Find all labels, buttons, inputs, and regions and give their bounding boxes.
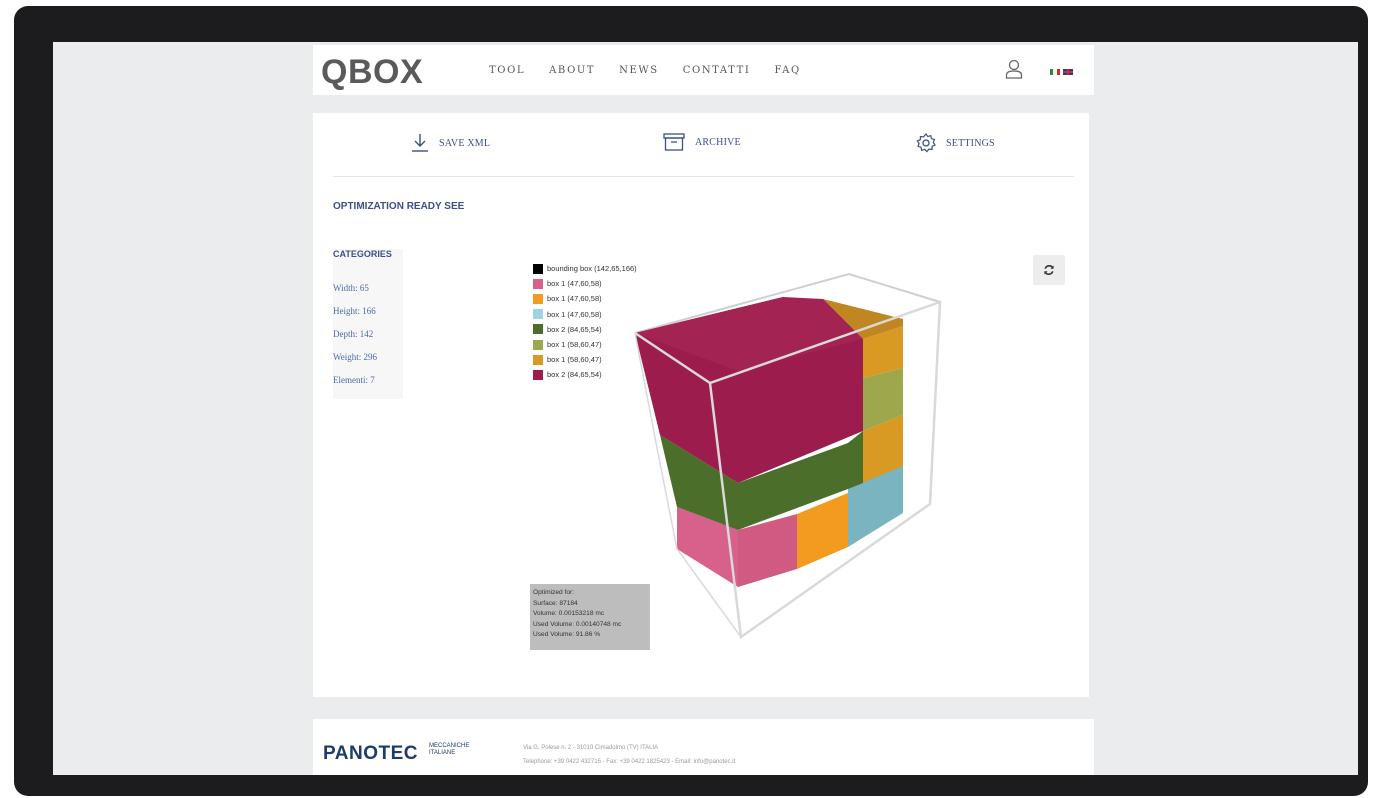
refresh-icon: [1044, 264, 1054, 276]
legend-item: box 2 (84,65,54): [533, 322, 637, 337]
legend-label: bounding box (142,65,166): [547, 264, 637, 274]
legend-swatch: [533, 263, 543, 274]
legend-item: box 1 (58,60,47): [533, 352, 637, 367]
monitor-bezel: QBOX TOOL ABOUT NEWS CONTATTI FAQ SAVE X…: [14, 6, 1368, 796]
nav-about[interactable]: ABOUT: [549, 65, 595, 76]
green-box-right-edge: [848, 431, 863, 489]
legend-swatch: [533, 354, 543, 365]
legend-swatch: [533, 369, 543, 380]
brand-subtitle-line-2: ITALIANE: [429, 750, 456, 756]
legend-swatch: [533, 278, 543, 289]
legend-item: box 2 (84,65,54): [533, 367, 637, 382]
legend-swatch: [533, 309, 543, 320]
uk-flag-icon[interactable]: [1063, 69, 1073, 75]
brand-subtitle-line-1: MECCANICHE: [429, 743, 470, 749]
qbox-logo[interactable]: QBOX: [321, 53, 423, 92]
legend-item: box 1 (47,60,58): [533, 276, 637, 291]
footer-contacts: Telephone: +39 0422 432715 - Fax: +39 04…: [523, 759, 736, 765]
legend-label: box 2 (84,65,54): [547, 324, 602, 334]
legend-item: bounding box (142,65,166): [533, 261, 637, 276]
footer: PANOTEC MECCANICHE ITALIANE Via G. Poles…: [313, 719, 1094, 775]
legend-label: box 1 (47,60,58): [547, 309, 602, 319]
legend-label: box 1 (47,60,58): [547, 294, 602, 304]
info-optimized-for: Optimized for:: [533, 589, 575, 596]
legend-label: box 1 (58,60,47): [547, 340, 602, 350]
italian-flag-icon[interactable]: [1050, 69, 1060, 75]
app-screen: QBOX TOOL ABOUT NEWS CONTATTI FAQ SAVE X…: [53, 42, 1358, 775]
legend-item: box 1 (47,60,58): [533, 307, 637, 322]
legend-label: box 1 (58,60,47): [547, 355, 602, 365]
top-navigation-bar: QBOX TOOL ABOUT NEWS CONTATTI FAQ: [313, 45, 1094, 95]
nav-news[interactable]: NEWS: [619, 65, 659, 76]
language-flags: [1050, 69, 1073, 75]
legend-item: box 1 (58,60,47): [533, 337, 637, 352]
footer-address: Via G. Polese n. 2 - 31010 Cimadolmo (TV…: [523, 745, 659, 751]
main-panel: SAVE XML ARCHIVE SETTINGS OPTIMIZATION R…: [313, 113, 1089, 697]
legend-label: box 2 (84,65,54): [547, 370, 602, 380]
user-icon[interactable]: [1005, 59, 1023, 79]
main-nav: TOOL ABOUT NEWS CONTATTI FAQ: [489, 65, 825, 76]
optimization-info-box: Optimized for: Surface: 87184 Volume: 0.…: [530, 584, 650, 650]
legend-swatch: [533, 324, 543, 335]
info-surface: Surface: 87184: [533, 599, 578, 607]
info-used-volume: Used Volume: 0.00140748 mc: [533, 620, 622, 628]
nav-tool[interactable]: TOOL: [489, 65, 525, 76]
legend-swatch: [533, 339, 543, 350]
legend-label: box 1 (47,60,58): [547, 279, 602, 289]
panotec-logo[interactable]: PANOTEC: [323, 743, 418, 765]
info-used-volume-percent: Used Volume: 91.86 %: [533, 631, 601, 638]
nav-faq[interactable]: FAQ: [774, 65, 800, 76]
refresh-view-button[interactable]: [1033, 255, 1065, 285]
brand-subtitle: MECCANICHE ITALIANE: [429, 743, 469, 757]
legend-swatch: [533, 293, 543, 304]
info-volume: Volume: 0.00153218 mc: [533, 610, 605, 617]
packing-3d-view[interactable]: [313, 113, 1089, 697]
nav-contatti[interactable]: CONTATTI: [683, 65, 751, 76]
chart-legend: bounding box (142,65,166) box 1 (47,60,5…: [533, 261, 637, 383]
legend-item: box 1 (47,60,58): [533, 291, 637, 306]
